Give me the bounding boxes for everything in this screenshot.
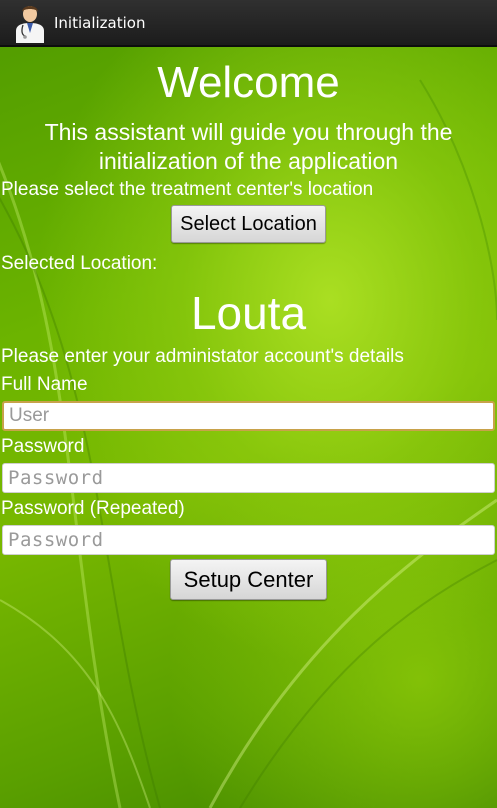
password-repeat-placeholder: Password (8, 529, 104, 551)
setup-center-button[interactable]: Setup Center (170, 559, 327, 600)
selected-location-label: Selected Location: (1, 253, 158, 274)
selected-location-value: Louta (190, 287, 307, 339)
welcome-heading: Welcome (157, 58, 340, 107)
doctor-avatar-icon[interactable] (13, 3, 47, 43)
full-name-label: Full Name (1, 374, 88, 395)
select-location-prompt: Please select the treatment center's loc… (1, 179, 374, 200)
admin-details-prompt: Please enter your administator account's… (1, 346, 404, 367)
password-label: Password (1, 436, 85, 457)
intro-text: This assistant will guide you through th… (0, 118, 497, 176)
intro-line-1: This assistant will guide you through th… (44, 119, 453, 145)
select-location-button[interactable]: Select Location (171, 205, 326, 243)
intro-line-2: initialization of the application (98, 148, 399, 174)
action-bar: Initialization (0, 0, 497, 47)
full-name-input[interactable]: User (2, 401, 495, 431)
password-placeholder: Password (8, 467, 104, 489)
app-screen: Initialization Welcome This assistant wi… (0, 0, 497, 808)
password-input[interactable]: Password (2, 463, 495, 493)
full-name-placeholder: User (9, 405, 50, 426)
password-repeat-label: Password (Repeated) (1, 498, 185, 519)
action-bar-title: Initialization (54, 13, 146, 32)
password-repeat-input[interactable]: Password (2, 525, 495, 555)
